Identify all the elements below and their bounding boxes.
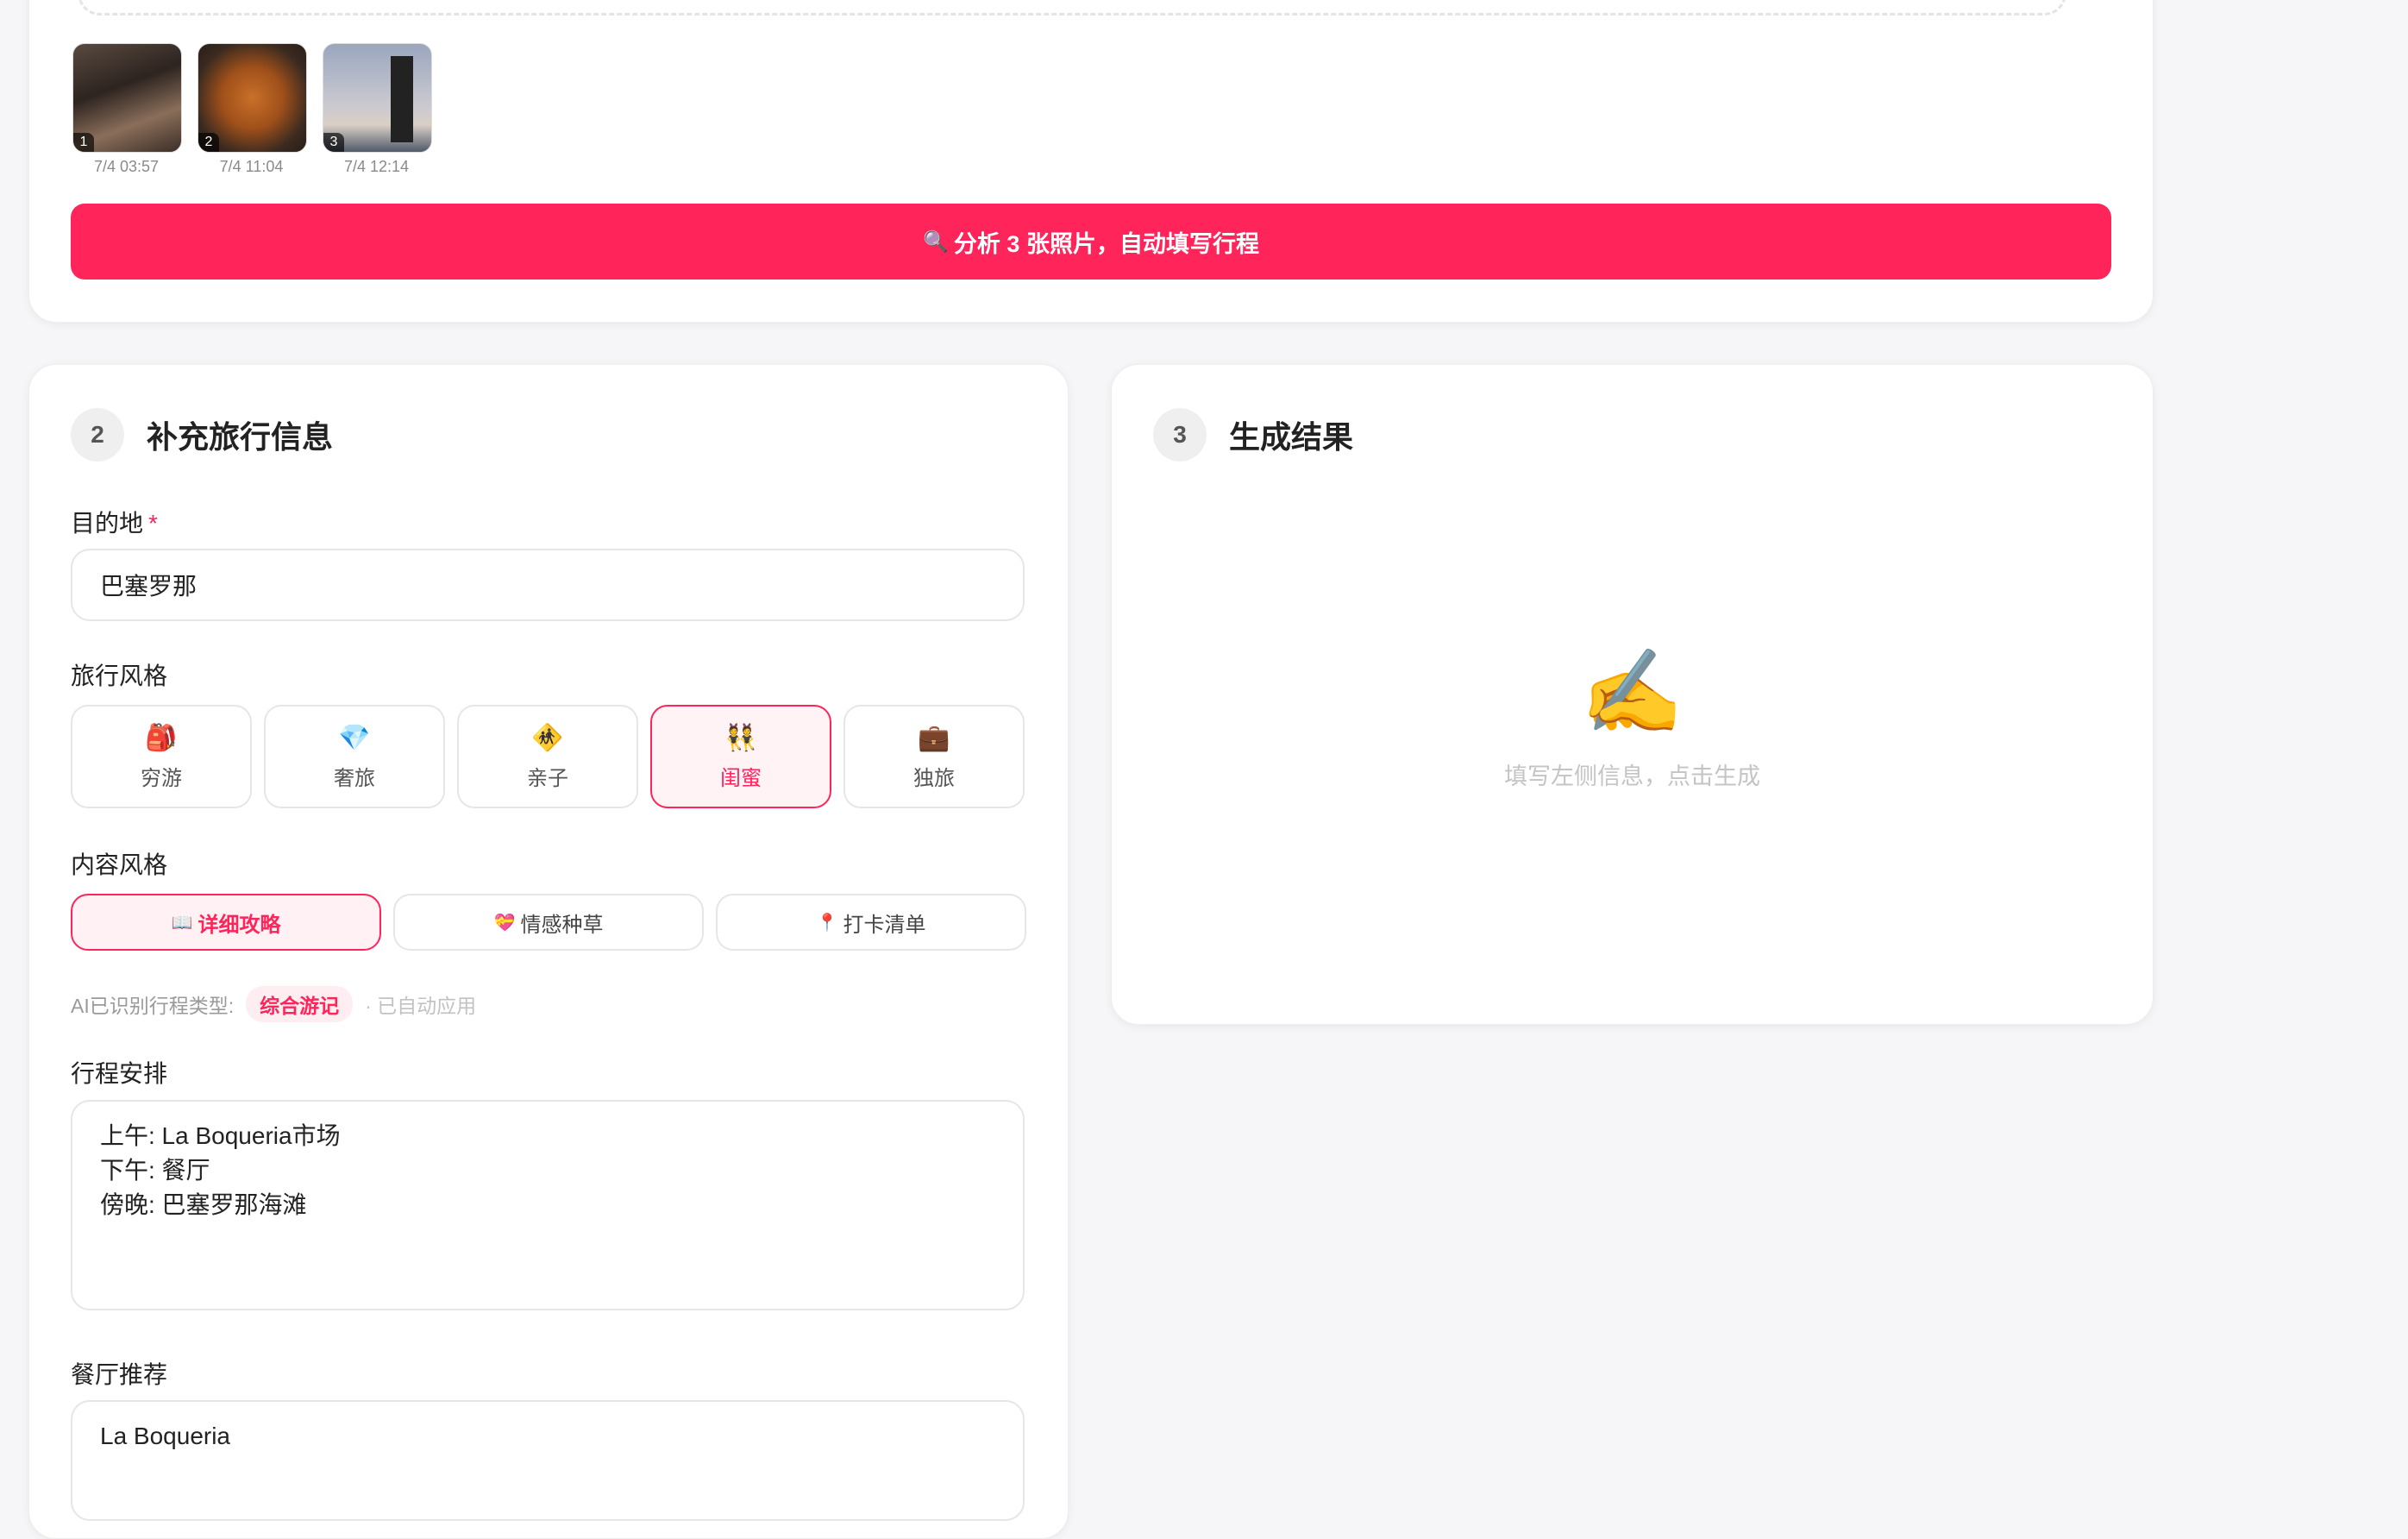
travel-style-label-text: 亲子: [527, 766, 568, 790]
content-style-label-text: 详细攻略: [198, 913, 281, 937]
backpack-icon: 🎒: [145, 723, 178, 752]
travel-style-label: 旅行风格: [71, 663, 168, 689]
photo-upload-card: 1 7/4 03:57 2 7/4 11:04 3 7/4 12:14 🔍 分析…: [28, 0, 2154, 323]
content-style-emotional[interactable]: 💝 情感种草: [393, 894, 704, 951]
diamond-icon: 💎: [338, 723, 371, 752]
travel-style-options: 🎒 穷游 💎 奢旅 🚸 亲子 👯 闺蜜 💼 独旅: [71, 705, 1025, 808]
photo-index: 1: [73, 133, 94, 152]
pin-icon: 📍: [816, 913, 838, 933]
writing-hand-icon: ✍️: [1580, 646, 1684, 738]
heart-ribbon-icon: 💝: [493, 913, 516, 933]
itinerary-label: 行程安排: [71, 1060, 168, 1087]
restaurant-label: 餐厅推荐: [71, 1361, 168, 1388]
photo-time: 7/4 03:57: [93, 158, 160, 175]
step-badge: 3: [1153, 408, 1207, 462]
travel-info-card: 2 补充旅行信息 目的地* 旅行风格 🎒 穷游 💎 奢旅 🚸 亲子 👯 闺蜜 💼…: [28, 364, 1069, 1539]
photo-index: 3: [323, 133, 344, 152]
travel-style-family[interactable]: 🚸 亲子: [457, 705, 638, 808]
travel-style-label-text: 穷游: [141, 766, 182, 790]
result-hint-text: 填写左侧信息，点击生成: [1504, 763, 1760, 789]
restaurant-textarea[interactable]: [71, 1400, 1025, 1521]
travel-style-label-text: 闺蜜: [720, 766, 762, 790]
destination-label-text: 目的地: [71, 510, 144, 537]
content-style-label-text: 打卡清单: [843, 913, 926, 937]
photo-thumbnail[interactable]: 2: [198, 43, 307, 153]
travel-style-besties[interactable]: 👯 闺蜜: [650, 705, 831, 808]
children-crossing-icon: 🚸: [531, 723, 564, 752]
photo-thumbnail-item[interactable]: 2 7/4 11:04: [198, 43, 307, 176]
ai-detected-note: · 已自动应用: [365, 995, 477, 1017]
required-mark: *: [148, 510, 158, 537]
analyze-button-label: 分析 3 张照片，自动填写行程: [953, 230, 1259, 257]
analyze-photos-button[interactable]: 🔍 分析 3 张照片，自动填写行程: [71, 204, 2111, 280]
ai-detected-tag: 综合游记: [246, 986, 354, 1022]
content-style-options: 📖 详细攻略 💝 情感种草 📍 打卡清单: [71, 894, 1026, 951]
open-book-icon: 📖: [171, 913, 193, 933]
content-style-label-text: 情感种草: [520, 913, 604, 937]
step-badge: 2: [71, 408, 124, 462]
content-style-label: 内容风格: [71, 851, 168, 878]
photo-thumbnail-item[interactable]: 1 7/4 03:57: [72, 43, 182, 176]
ai-detected-type: AI已识别行程类型: 综合游记 · 已自动应用: [71, 986, 476, 1022]
travel-style-label-text: 奢旅: [334, 766, 375, 790]
content-style-checklist[interactable]: 📍 打卡清单: [716, 894, 1026, 951]
ai-detected-prefix: AI已识别行程类型:: [71, 995, 235, 1017]
photo-time: 7/4 11:04: [219, 158, 284, 175]
photo-thumbnail[interactable]: 1: [72, 43, 182, 153]
travel-style-solo[interactable]: 💼 独旅: [843, 705, 1025, 808]
itinerary-textarea[interactable]: [71, 1100, 1025, 1310]
tower-silhouette: [391, 56, 413, 142]
section-title: 补充旅行信息: [147, 419, 334, 455]
photo-time: 7/4 12:14: [343, 158, 410, 175]
destination-input[interactable]: [71, 549, 1025, 621]
content-style-detailed-guide[interactable]: 📖 详细攻略: [71, 894, 381, 951]
dancing-friends-icon: 👯: [724, 723, 757, 752]
upload-dropzone[interactable]: [78, 0, 2066, 16]
section-header: 2 补充旅行信息: [71, 408, 333, 462]
photo-thumbnail[interactable]: 3: [323, 43, 432, 153]
photo-thumbnail-item[interactable]: 3 7/4 12:14: [323, 43, 432, 176]
result-card: 3 生成结果 ✍️ 填写左侧信息，点击生成: [1111, 364, 2154, 1025]
destination-label: 目的地 *: [71, 505, 158, 539]
section-title: 生成结果: [1229, 419, 1354, 455]
section-header: 3 生成结果: [1153, 408, 1353, 462]
search-icon: 🔍: [923, 229, 949, 254]
briefcase-icon: 💼: [918, 723, 950, 752]
travel-style-label-text: 独旅: [913, 766, 955, 790]
travel-style-luxury[interactable]: 💎 奢旅: [264, 705, 445, 808]
photo-thumbnail-list: 1 7/4 03:57 2 7/4 11:04 3 7/4 12:14: [72, 43, 432, 176]
photo-index: 2: [198, 133, 219, 152]
result-empty-state: ✍️ 填写左侧信息，点击生成: [1112, 645, 2153, 791]
travel-style-budget[interactable]: 🎒 穷游: [71, 705, 252, 808]
